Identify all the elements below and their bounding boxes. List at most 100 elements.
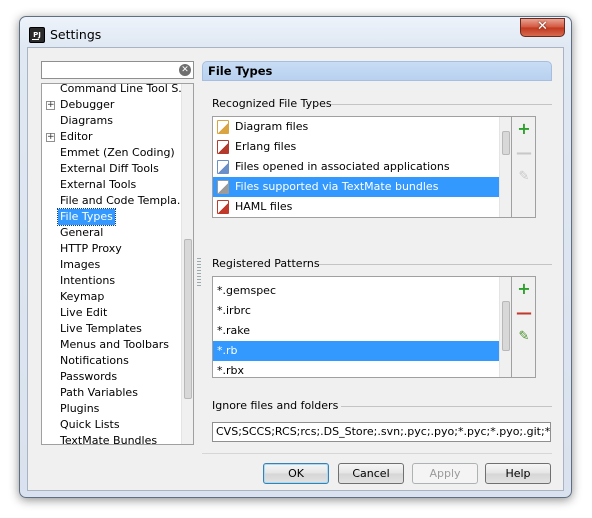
tree-item[interactable]: Diagrams [42, 113, 180, 129]
ignore-files-label: Ignore files and folders [212, 399, 339, 412]
tree-item-label: Plugins [60, 402, 100, 415]
tree-item[interactable]: + Editor [42, 129, 180, 145]
tree-item-label: TextMate Bundles [60, 434, 158, 445]
diagram-file-icon [217, 120, 229, 134]
settings-window: PJ Settings ✕ ✕ TextMate Bundles Quick Li… [19, 16, 572, 498]
file-types-toolbar: + — ✎ [512, 116, 536, 218]
tree-item[interactable]: General [42, 225, 180, 241]
tree-item[interactable]: Images [42, 257, 180, 273]
tree-item[interactable]: HTTP Proxy [42, 241, 180, 257]
settings-tree[interactable]: TextMate Bundles Quick Lists Plugins Path V… [41, 83, 194, 445]
cancel-button[interactable]: Cancel [338, 463, 404, 484]
tree-scrollbar[interactable] [181, 84, 193, 444]
section-divider [331, 104, 552, 105]
edit-pattern-icon[interactable]: ✎ [516, 329, 532, 345]
pattern-row[interactable]: *.rbx [213, 361, 500, 377]
remove-file-type-icon[interactable]: — [516, 145, 532, 161]
recognized-list-scrollbar[interactable] [499, 117, 511, 217]
help-button[interactable]: Help [485, 463, 551, 484]
tree-item[interactable]: Live Templates [42, 321, 180, 337]
tree-item[interactable]: Passwords [42, 369, 180, 385]
file-type-row[interactable]: HAML files [213, 197, 500, 217]
section-divider [319, 264, 552, 265]
tree-item-label: Editor [60, 130, 93, 143]
registered-patterns-label: Registered Patterns [212, 257, 320, 270]
tree-item-label: Emmet (Zen Coding) [60, 146, 175, 159]
tree-item-label: File Types [57, 208, 116, 226]
tree-item-label: Notifications [60, 354, 129, 367]
tree-item-label: Command Line Tool S... [60, 83, 189, 95]
file-type-row[interactable]: Erlang files [213, 137, 500, 157]
tree-item[interactable]: Emmet (Zen Coding) [42, 145, 180, 161]
tree-item[interactable]: File Types [42, 208, 180, 226]
tree-item[interactable]: External Tools [42, 177, 180, 193]
tree-item[interactable]: File and Code Templa... [42, 193, 187, 209]
tree-item[interactable]: Path Variables [42, 385, 180, 401]
patterns-scrollbar-thumb[interactable] [502, 301, 510, 351]
recognized-file-types-list[interactable]: HAML files Files supported via TextMate b… [212, 116, 512, 218]
pattern-row[interactable]: *.gemspec [213, 281, 500, 301]
recognized-scrollbar-thumb[interactable] [502, 131, 510, 155]
tree-item[interactable]: Quick Lists [42, 417, 180, 433]
tree-item-label: Quick Lists [60, 418, 120, 431]
tree-item[interactable]: Menus and Toolbars [42, 337, 180, 353]
tree-item-label: Live Templates [60, 322, 142, 335]
tree-item-label: External Diff Tools [60, 162, 159, 175]
remove-pattern-icon[interactable]: — [516, 305, 532, 321]
tree-item-label: Diagrams [60, 114, 113, 127]
patterns-list-scrollbar[interactable] [499, 277, 511, 377]
pattern-row[interactable]: *.irbrc [213, 301, 500, 321]
tree-item[interactable]: External Diff Tools [42, 161, 180, 177]
erlang-file-icon [217, 140, 229, 154]
window-title: Settings [50, 27, 102, 42]
dialog-content: ✕ TextMate Bundles Quick Lists Plugins Path… [27, 47, 564, 491]
tree-item-label: Intentions [60, 274, 116, 287]
tree-item[interactable]: + Debugger [42, 97, 180, 113]
patterns-toolbar: + — ✎ [512, 276, 536, 378]
file-type-label: Files opened in associated applications [235, 160, 450, 173]
tree-item[interactable]: Live Edit [42, 305, 180, 321]
pattern-row[interactable]: *.rake [213, 321, 500, 341]
app-icon: PJ [29, 27, 45, 43]
ignore-files-input[interactable]: CVS;SCCS;RCS;rcs;.DS_Store;.svn;.pyc;.py… [212, 422, 551, 442]
settings-search-input[interactable]: ✕ [41, 61, 194, 79]
file-type-label: Erlang files [235, 140, 297, 153]
tree-item-label: HTTP Proxy [60, 242, 122, 255]
clear-search-icon[interactable]: ✕ [179, 64, 191, 76]
tree-item[interactable]: Intentions [42, 273, 180, 289]
tree-item-label: Live Edit [60, 306, 108, 319]
close-button[interactable]: ✕ [520, 18, 565, 37]
file-type-label: Diagram files [235, 120, 309, 133]
ok-button[interactable]: OK [263, 463, 329, 484]
textmate-file-icon [217, 180, 229, 194]
tree-item-label: Menus and Toolbars [60, 338, 169, 351]
pattern-row[interactable]: *.rb [213, 341, 500, 361]
tree-item[interactable]: Keymap [42, 289, 180, 305]
section-divider [341, 406, 552, 407]
tree-item[interactable]: Plugins [42, 401, 180, 417]
tree-item-label: Debugger [60, 98, 115, 111]
file-type-row[interactable]: Diagram files [213, 117, 500, 137]
recognized-file-types-label: Recognized File Types [212, 97, 332, 110]
tree-item[interactable]: Notifications [42, 353, 180, 369]
tree-item[interactable]: Command Line Tool S... [42, 84, 189, 97]
file-type-label: HAML files [235, 200, 293, 213]
external-file-icon [217, 160, 229, 174]
expand-icon[interactable]: + [46, 133, 55, 142]
haml-file-icon [217, 200, 229, 214]
apply-button[interactable]: Apply [412, 463, 478, 484]
panel-splitter[interactable] [197, 258, 201, 288]
tree-scrollbar-thumb[interactable] [184, 239, 192, 399]
footer-divider [202, 453, 552, 454]
edit-file-type-icon[interactable]: ✎ [516, 169, 532, 185]
file-type-row[interactable]: Files opened in associated applications [213, 157, 500, 177]
page-title: File Types [202, 61, 552, 81]
tree-item-label: Keymap [60, 290, 105, 303]
expand-icon[interactable]: + [46, 101, 55, 110]
registered-patterns-list[interactable]: *.rbx *.rb *.rake *.irbrc *.gemspec [212, 276, 512, 378]
file-type-row[interactable]: Files supported via TextMate bundles [213, 177, 500, 197]
tree-item[interactable]: TextMate Bundles [42, 433, 180, 445]
add-file-type-icon[interactable]: + [516, 121, 532, 137]
tree-item-label: External Tools [60, 178, 137, 191]
add-pattern-icon[interactable]: + [516, 281, 532, 297]
